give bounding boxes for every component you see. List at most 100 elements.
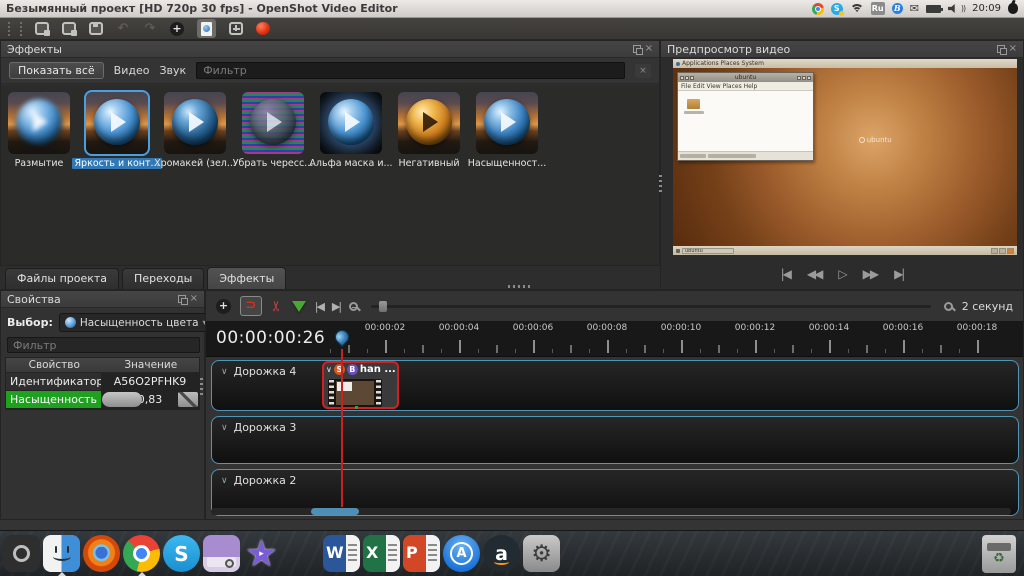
clear-filter-icon[interactable]: × — [635, 64, 651, 78]
jump-to-start-button[interactable]: |◀ — [781, 266, 790, 282]
new-project-icon[interactable] — [35, 22, 49, 35]
previous-marker-button[interactable]: |◀ — [315, 300, 323, 313]
wifi-icon[interactable] — [850, 4, 864, 14]
splitter-handle[interactable] — [200, 378, 203, 398]
apple-menu-icon[interactable] — [1008, 3, 1018, 14]
clock[interactable]: 20:09 — [972, 3, 1001, 14]
chrome-tray-icon[interactable] — [812, 3, 824, 15]
tab-Файлы проекта[interactable]: Файлы проекта — [5, 268, 119, 289]
export-video-icon[interactable] — [197, 19, 216, 38]
effect-deinterlace[interactable]: Убрать чересс... — [241, 92, 305, 258]
main-toolbar: ↶ ↷ + — [0, 18, 1024, 40]
amazon-dock-item: a — [482, 532, 521, 576]
effect-blur[interactable]: Размытие — [7, 92, 71, 258]
table-row[interactable]: Идентификатор A56O2PFHK9 — [6, 373, 199, 391]
video-filter-button[interactable]: Видео — [114, 64, 150, 77]
scrollbar-thumb[interactable] — [311, 508, 359, 515]
chevron-down-icon[interactable]: ∨ — [326, 365, 332, 374]
track-4[interactable]: ∨Дорожка 4∨SBhan ... — [211, 360, 1019, 411]
timeline-ruler[interactable]: 00:00:00:26 00:00:0200:00:0400:00:0600:0… — [206, 321, 1023, 357]
bluetooth-icon[interactable]: B — [892, 3, 903, 14]
snapping-toggle-button[interactable]: ⊃ — [240, 296, 262, 316]
redo-icon[interactable]: ↷ — [143, 20, 157, 38]
finder-dock-icon[interactable] — [43, 535, 80, 572]
record-icon[interactable] — [256, 22, 270, 35]
keyframe-button[interactable] — [178, 392, 198, 407]
photos-dock-icon[interactable] — [203, 535, 240, 572]
timeline-clip[interactable]: ∨SBhan ... — [322, 361, 399, 409]
eagle-browser-dock-icon[interactable] — [283, 535, 320, 572]
chevron-down-icon[interactable]: ∨ — [221, 476, 228, 486]
powerpoint-dock-icon[interactable]: P — [403, 535, 440, 572]
keyboard-layout-indicator[interactable]: Ru — [871, 2, 885, 15]
add-marker-button[interactable] — [292, 301, 306, 312]
fast-forward-button[interactable]: ▶▶ — [863, 266, 877, 282]
open-project-icon[interactable] — [62, 22, 76, 35]
track-3[interactable]: ∨Дорожка 3 — [211, 416, 1019, 464]
mail-icon[interactable]: ✉ — [910, 3, 919, 14]
chevron-down-icon[interactable]: ∨ — [221, 423, 228, 433]
float-panel-icon[interactable] — [178, 295, 186, 303]
app-store-dock-icon[interactable]: A — [443, 535, 480, 572]
chrome-dock-icon[interactable] — [123, 535, 160, 572]
razor-tool-button[interactable]: ✂ — [269, 300, 285, 312]
effect-saturation[interactable]: Насыщенност... — [475, 92, 539, 258]
jump-to-end-button[interactable]: ▶| — [894, 266, 903, 282]
zoom-out-icon[interactable] — [349, 302, 358, 311]
effect-badge-S[interactable]: S — [334, 364, 345, 375]
excel-dock-icon[interactable]: X — [363, 535, 400, 572]
tab-Переходы[interactable]: Переходы — [122, 268, 204, 289]
skype-tray-icon[interactable]: S — [831, 3, 843, 15]
zoom-in-icon[interactable] — [944, 302, 953, 311]
table-row[interactable]: Насыщенность 0,83 — [6, 391, 199, 409]
show-all-button[interactable]: Показать всё — [9, 62, 104, 79]
selection-dropdown[interactable]: Насыщенность цвета ▾ — [59, 313, 213, 332]
preview-file-manager-window: ubuntu File Edit View Places Help — [677, 72, 814, 161]
effect-badge-B[interactable]: B — [347, 364, 358, 375]
timeline-scrollbar[interactable] — [211, 508, 1011, 515]
float-panel-icon[interactable] — [997, 45, 1005, 53]
zoom-slider-handle[interactable] — [379, 301, 387, 312]
choose-profile-icon[interactable] — [229, 22, 243, 35]
play-button[interactable]: ▷ — [838, 266, 845, 282]
effect-alpha[interactable]: Альфа маска и... — [319, 92, 383, 258]
volume-icon[interactable] — [948, 4, 959, 13]
word-dock-icon[interactable]: W — [323, 535, 360, 572]
effects-filter-input[interactable] — [196, 62, 625, 79]
preview-window-title: ubuntu — [735, 74, 756, 81]
next-marker-button[interactable]: ▶| — [332, 300, 340, 313]
rewind-button[interactable]: ◀◀ — [807, 266, 821, 282]
tab-Эффекты[interactable]: Эффекты — [207, 267, 286, 289]
close-panel-icon[interactable]: × — [1009, 44, 1017, 54]
trash-icon[interactable]: ♻ — [982, 535, 1016, 573]
properties-filter-input[interactable] — [7, 337, 200, 353]
skype-dock-icon[interactable]: S — [163, 535, 200, 572]
chevron-down-icon[interactable]: ∨ — [221, 367, 228, 377]
ubuntu-dock-item — [2, 532, 41, 576]
add-track-button[interactable]: + — [216, 299, 231, 314]
import-files-icon[interactable]: + — [170, 22, 184, 36]
amazon-dock-icon[interactable]: a — [483, 535, 520, 572]
float-panel-icon[interactable] — [633, 45, 641, 53]
undo-icon[interactable]: ↶ — [116, 20, 130, 38]
audio-filter-button[interactable]: Звук — [159, 64, 186, 77]
battery-icon[interactable] — [926, 5, 941, 13]
save-project-icon[interactable] — [89, 22, 103, 35]
close-panel-icon[interactable]: × — [645, 44, 653, 54]
timeline-zoom-slider[interactable] — [371, 305, 931, 308]
effect-brightness[interactable]: Яркость и конт... — [85, 92, 149, 258]
effect-chroma[interactable]: Хромакей (зел... — [163, 92, 227, 258]
value-slider[interactable] — [102, 392, 142, 407]
imovie-dock-icon[interactable]: ★▸ — [243, 535, 280, 572]
splitter-handle[interactable] — [508, 285, 530, 288]
ruler-tick — [367, 349, 369, 353]
settings-dock-icon[interactable]: ⚙ — [523, 535, 560, 572]
firefox-dock-icon[interactable] — [83, 535, 120, 572]
close-panel-icon[interactable]: × — [190, 294, 198, 304]
splitter-handle[interactable] — [659, 175, 662, 195]
effect-negative[interactable]: Негативный — [397, 92, 461, 258]
ubuntu-dock-icon[interactable] — [3, 535, 40, 572]
show-desktop-icon — [676, 249, 680, 253]
effect-orb-icon — [250, 99, 296, 145]
effect-label: Насыщенност... — [468, 158, 547, 169]
